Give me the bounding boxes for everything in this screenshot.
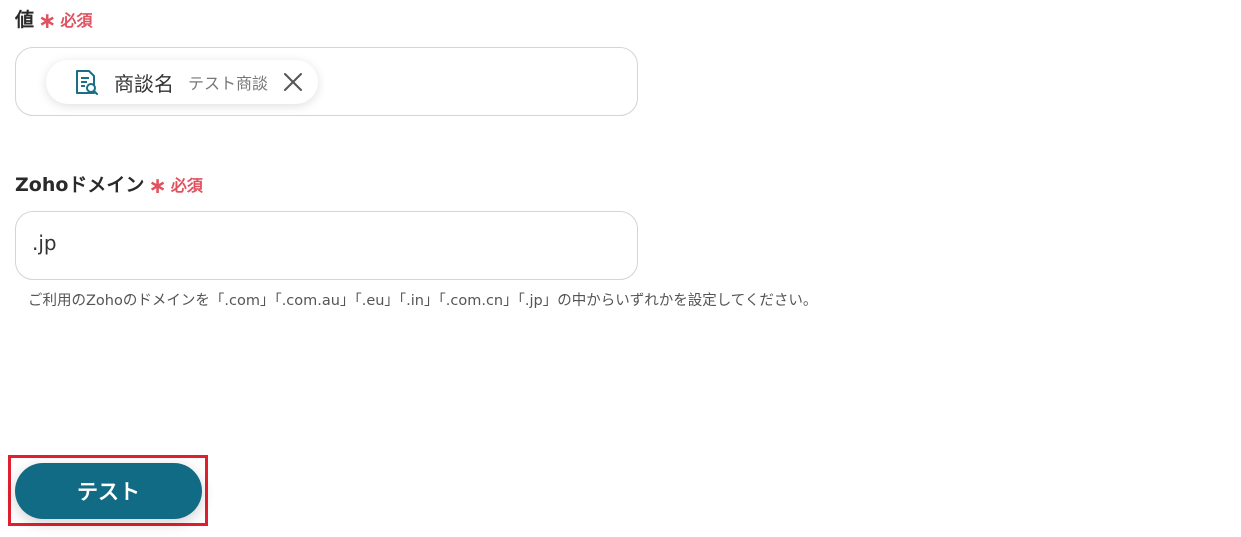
test-button[interactable]: テスト xyxy=(15,463,202,519)
close-icon[interactable] xyxy=(280,69,306,95)
value-field-label: 値 ∗ 必須 xyxy=(15,5,92,32)
value-label-text: 値 xyxy=(15,9,35,31)
domain-input[interactable]: .jp xyxy=(15,211,638,280)
document-search-icon xyxy=(72,68,100,96)
required-badge: 必須 xyxy=(170,175,203,195)
chip-name: 商談名 xyxy=(114,71,174,96)
chip-value: テスト商談 xyxy=(188,74,269,93)
variable-chip[interactable]: 商談名 テスト商談 xyxy=(46,60,319,104)
domain-label-text: Zohoドメイン xyxy=(15,174,145,196)
required-asterisk: ∗ xyxy=(38,8,57,34)
required-asterisk: ∗ xyxy=(148,173,167,199)
domain-field-label: Zohoドメイン ∗ 必須 xyxy=(15,170,203,197)
required-badge: 必須 xyxy=(60,10,93,30)
domain-input-value: .jp xyxy=(32,231,57,255)
form-root: 値 ∗ 必須 商談名 テスト商談 Zohoドメイン ∗ 必須 .jp ご利用のZ… xyxy=(0,0,1241,537)
value-input[interactable]: 商談名 テスト商談 xyxy=(15,47,638,116)
domain-help-text: ご利用のZohoのドメインを「.com」「.com.au」「.eu」「.in」「… xyxy=(28,293,818,309)
